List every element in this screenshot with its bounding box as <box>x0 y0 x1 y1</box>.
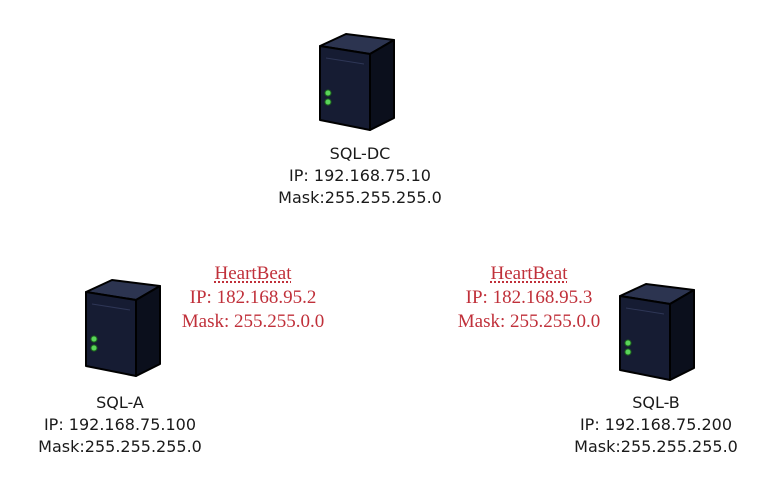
node-ip-sql-a: IP: 192.168.75.100 <box>43 415 197 434</box>
heartbeat-title-sql-b: HeartBeat <box>490 263 568 284</box>
heartbeat-ip-sql-a: IP: 182.168.95.2 <box>189 287 317 308</box>
node-mask-sql-b: Mask:255.255.255.0 <box>574 437 738 456</box>
server-icon-sql-dc <box>318 32 396 132</box>
heartbeat-mask-sql-a: Mask: 255.255.0.0 <box>181 311 325 332</box>
heartbeat-title-sql-a: HeartBeat <box>214 263 292 284</box>
node-ip-sql-b: IP: 192.168.75.200 <box>579 415 733 434</box>
heartbeat-mask-sql-b: Mask: 255.255.0.0 <box>457 311 601 332</box>
heartbeat-sql-b: HeartBeat IP: 182.168.95.3 Mask: 255.255… <box>424 262 634 334</box>
node-mask-sql-a: Mask:255.255.255.0 <box>38 437 202 456</box>
network-diagram: SQL-DC IP: 192.168.75.10 Mask:255.255.25… <box>0 0 764 493</box>
caption-sql-b: SQL-B IP: 192.168.75.200 Mask:255.255.25… <box>538 392 764 458</box>
server-icon-sql-b <box>618 282 696 382</box>
node-name-sql-a: SQL-A <box>96 393 144 412</box>
caption-sql-dc: SQL-DC IP: 192.168.75.10 Mask:255.255.25… <box>240 143 480 209</box>
server-icon-sql-a <box>84 278 162 378</box>
heartbeat-sql-a: HeartBeat IP: 182.168.95.2 Mask: 255.255… <box>148 262 358 334</box>
node-name-sql-b: SQL-B <box>632 393 680 412</box>
node-name-sql-dc: SQL-DC <box>329 144 391 163</box>
heartbeat-ip-sql-b: IP: 182.168.95.3 <box>465 287 593 308</box>
node-mask-sql-dc: Mask:255.255.255.0 <box>278 188 442 207</box>
caption-sql-a: SQL-A IP: 192.168.75.100 Mask:255.255.25… <box>0 392 240 458</box>
node-ip-sql-dc: IP: 192.168.75.10 <box>289 166 431 185</box>
